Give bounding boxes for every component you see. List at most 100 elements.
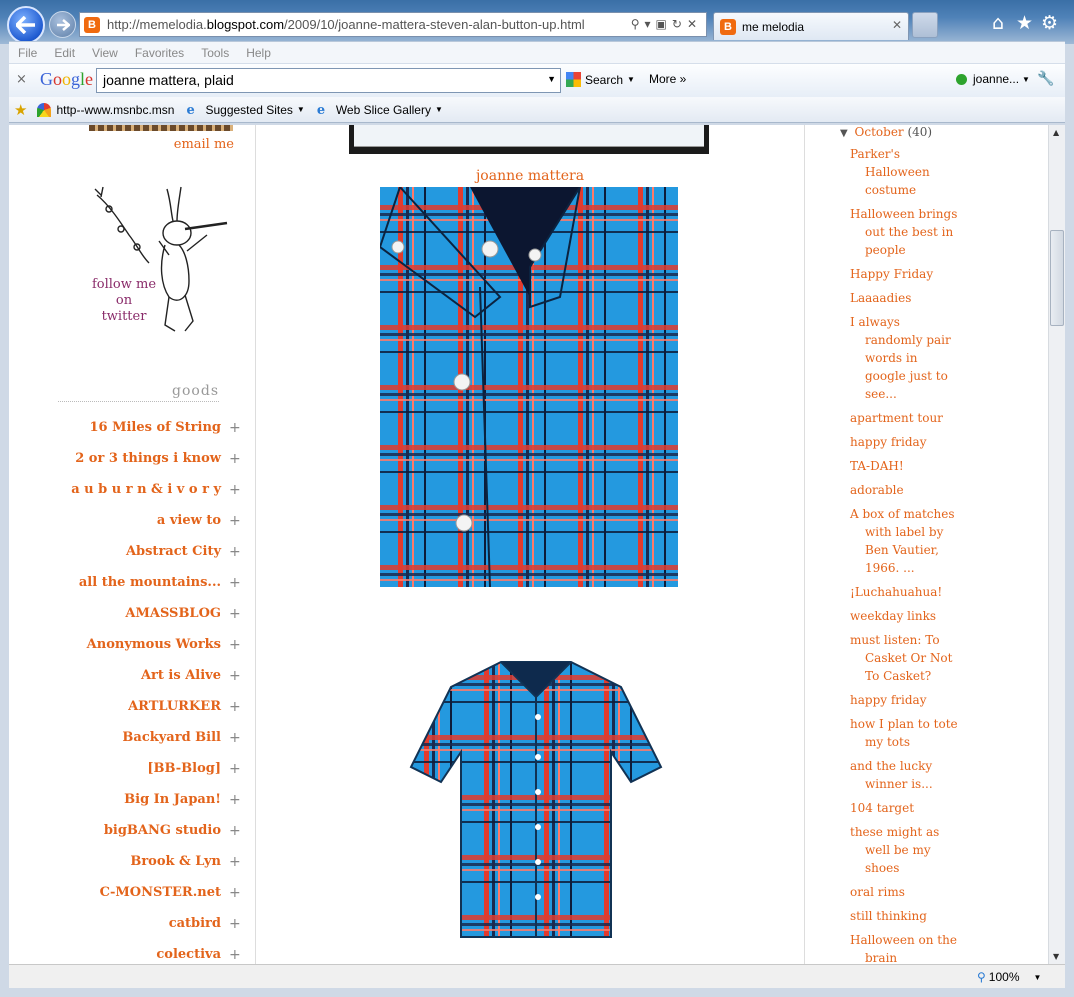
zoom-control[interactable]: ⚲ 100% ▼ bbox=[977, 970, 1041, 984]
google-account-button[interactable]: joanne... ▼ bbox=[956, 72, 1030, 86]
expand-plus-icon[interactable]: + bbox=[229, 730, 241, 746]
goods-link[interactable]: Big In Japan! bbox=[124, 792, 221, 807]
archive-post-link[interactable]: TA-DAH! bbox=[850, 457, 960, 475]
expand-plus-icon[interactable]: + bbox=[229, 761, 241, 777]
goods-link[interactable]: a view to bbox=[157, 513, 221, 528]
new-tab-button[interactable] bbox=[912, 12, 938, 38]
expand-triangle-icon[interactable]: ▼ bbox=[840, 128, 848, 139]
scrollbar-thumb[interactable] bbox=[1050, 230, 1064, 326]
goods-item[interactable]: 16 Miles of String + bbox=[9, 412, 241, 443]
twitter-follow-image[interactable]: follow me on twitter bbox=[89, 185, 235, 337]
archive-post-link[interactable]: and the lucky winner is... bbox=[850, 757, 960, 793]
search-history-dropdown-icon[interactable]: ▼ bbox=[547, 74, 556, 84]
archive-month-toggle[interactable]: ▼ October (40) bbox=[840, 125, 932, 139]
fav-web-slice-gallery[interactable]: e Web Slice Gallery ▼ bbox=[317, 103, 443, 118]
vertical-scrollbar[interactable]: ▲ ▼ bbox=[1048, 125, 1065, 964]
goods-item[interactable]: colectiva + bbox=[9, 939, 241, 964]
forward-button[interactable] bbox=[49, 11, 76, 38]
back-button[interactable] bbox=[7, 6, 45, 44]
archive-post-link[interactable]: these might as well be my shoes bbox=[850, 823, 960, 877]
archive-post-link[interactable]: weekday links bbox=[850, 607, 960, 625]
archive-post-link[interactable]: must listen: To Casket Or Not To Casket? bbox=[850, 631, 960, 685]
archive-post-link[interactable]: Laaaadies bbox=[850, 289, 960, 307]
archive-post-link[interactable]: 104 target bbox=[850, 799, 960, 817]
scroll-up-arrow-icon[interactable]: ▲ bbox=[1053, 128, 1059, 137]
goods-item[interactable]: [BB-Blog] + bbox=[9, 753, 241, 784]
goods-link[interactable]: a u b u r n & i v o r y bbox=[71, 482, 221, 497]
goods-link[interactable]: colectiva bbox=[156, 947, 221, 962]
goods-link[interactable]: Art is Alive bbox=[141, 668, 221, 683]
expand-plus-icon[interactable]: + bbox=[229, 668, 241, 684]
archive-post-link[interactable]: still thinking bbox=[850, 907, 960, 925]
gear-icon[interactable]: ⚙ bbox=[1041, 12, 1058, 34]
tab-close-icon[interactable]: ✕ bbox=[892, 18, 902, 32]
archive-post-link[interactable]: happy friday bbox=[850, 691, 960, 709]
archive-post-link[interactable]: happy friday bbox=[850, 433, 960, 451]
expand-plus-icon[interactable]: + bbox=[229, 482, 241, 498]
address-bar[interactable]: B http://memelodia.blogspot.com/2009/10/… bbox=[79, 12, 707, 37]
goods-item[interactable]: Art is Alive + bbox=[9, 660, 241, 691]
goods-link[interactable]: Abstract City bbox=[126, 544, 221, 559]
google-search-input[interactable]: joanne mattera, plaid ▼ bbox=[96, 68, 561, 93]
expand-plus-icon[interactable]: + bbox=[229, 854, 241, 870]
menu-tools[interactable]: Tools bbox=[201, 46, 229, 60]
goods-item[interactable]: ARTLURKER + bbox=[9, 691, 241, 722]
archive-post-link[interactable]: Happy Friday bbox=[850, 265, 960, 283]
expand-plus-icon[interactable]: + bbox=[229, 451, 241, 467]
goods-item[interactable]: all the mountains... + bbox=[9, 567, 241, 598]
expand-plus-icon[interactable]: + bbox=[229, 420, 241, 436]
goods-item[interactable]: 2 or 3 things i know + bbox=[9, 443, 241, 474]
goods-item[interactable]: a u b u r n & i v o r y + bbox=[9, 474, 241, 505]
google-more-button[interactable]: More » bbox=[649, 72, 686, 86]
goods-item[interactable]: C-MONSTER.net + bbox=[9, 877, 241, 908]
archive-post-link[interactable]: Parker's Halloween costume bbox=[850, 145, 960, 199]
goods-item[interactable]: AMASSBLOG + bbox=[9, 598, 240, 629]
goods-link[interactable]: Anonymous Works bbox=[87, 637, 221, 652]
goods-item[interactable]: a view to + bbox=[9, 505, 241, 536]
toolbar-close-icon[interactable]: × bbox=[16, 72, 27, 87]
archive-post-link[interactable]: apartment tour bbox=[850, 409, 960, 427]
url-text[interactable]: http://memelodia.blogspot.com/2009/10/jo… bbox=[107, 17, 627, 32]
expand-plus-icon[interactable]: + bbox=[229, 947, 241, 963]
goods-item[interactable]: Big In Japan! + bbox=[9, 784, 241, 815]
goods-item[interactable]: Brook & Lyn + bbox=[9, 846, 241, 877]
chevron-down-icon[interactable]: ▼ bbox=[1034, 973, 1042, 982]
menu-help[interactable]: Help bbox=[246, 46, 271, 60]
expand-plus-icon[interactable]: + bbox=[229, 575, 241, 591]
favorites-add-star-icon[interactable]: ★ bbox=[14, 101, 27, 119]
archive-post-link[interactable]: A box of matches with label by Ben Vauti… bbox=[850, 505, 960, 577]
goods-link[interactable]: 2 or 3 things i know bbox=[75, 451, 221, 466]
goods-item[interactable]: Backyard Bill + bbox=[9, 722, 241, 753]
goods-link[interactable]: Brook & Lyn bbox=[130, 854, 221, 869]
expand-plus-icon[interactable]: + bbox=[229, 916, 241, 932]
google-search-button[interactable]: Search ▼ bbox=[566, 72, 635, 87]
favorites-star-icon[interactable]: ★ bbox=[1016, 12, 1033, 34]
goods-link[interactable]: all the mountains... bbox=[79, 575, 221, 590]
goods-item[interactable]: catbird + bbox=[9, 908, 241, 939]
expand-plus-icon[interactable]: + bbox=[229, 885, 241, 901]
tab-me-melodia[interactable]: B me melodia ✕ bbox=[713, 12, 909, 40]
archive-post-link[interactable]: ¡Luchahuahua! bbox=[850, 583, 960, 601]
goods-link[interactable]: AMASSBLOG bbox=[125, 606, 221, 621]
archive-post-link[interactable]: oral rims bbox=[850, 883, 960, 901]
expand-plus-icon[interactable]: + bbox=[229, 637, 241, 653]
home-icon[interactable]: ⌂ bbox=[992, 12, 1004, 34]
goods-link[interactable]: 16 Miles of String bbox=[89, 420, 221, 435]
goods-link[interactable]: bigBANG studio bbox=[104, 823, 221, 838]
expand-plus-icon[interactable]: + bbox=[229, 699, 241, 715]
menu-edit[interactable]: Edit bbox=[54, 46, 75, 60]
archive-month-label[interactable]: October bbox=[855, 125, 904, 139]
goods-item[interactable]: bigBANG studio + bbox=[9, 815, 241, 846]
goods-item[interactable]: Anonymous Works + bbox=[9, 629, 241, 660]
expand-plus-icon[interactable]: + bbox=[229, 792, 241, 808]
scroll-down-arrow-icon[interactable]: ▼ bbox=[1053, 952, 1059, 961]
archive-post-link[interactable]: Halloween brings out the best in people bbox=[850, 205, 960, 259]
email-me-link[interactable]: email me bbox=[174, 137, 234, 152]
author-link[interactable]: joanne mattera bbox=[256, 168, 804, 184]
archive-post-link[interactable]: how I plan to tote my tots bbox=[850, 715, 960, 751]
goods-link[interactable]: Backyard Bill bbox=[122, 730, 221, 745]
expand-plus-icon[interactable]: + bbox=[229, 513, 241, 529]
fav-suggested-sites[interactable]: e Suggested Sites ▼ bbox=[186, 103, 304, 118]
menu-file[interactable]: File bbox=[18, 46, 37, 60]
goods-item[interactable]: Abstract City + bbox=[9, 536, 241, 567]
